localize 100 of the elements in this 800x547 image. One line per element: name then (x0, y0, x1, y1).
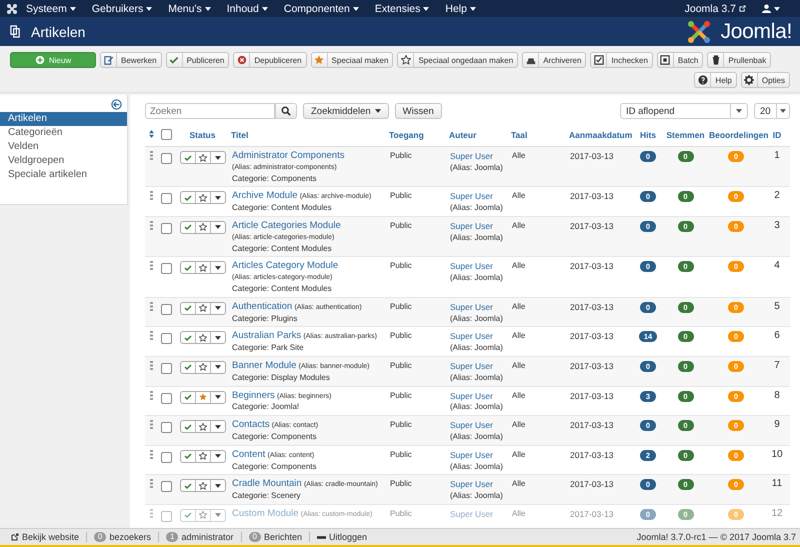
row-checkbox[interactable] (161, 333, 172, 344)
row-checkbox[interactable] (161, 304, 172, 315)
column-header[interactable]: Auteur (449, 130, 476, 140)
search-button[interactable] (275, 103, 297, 119)
author-link[interactable]: Super User (450, 302, 493, 312)
menu-item[interactable]: Help (437, 2, 484, 14)
column-header[interactable]: Status (190, 130, 216, 140)
toolbar-button[interactable]: Archiveren (522, 52, 586, 68)
row-checkbox[interactable] (161, 452, 172, 463)
author-link[interactable]: Super User (450, 191, 493, 202)
author-link[interactable]: Super User (450, 479, 493, 490)
article-title-link[interactable]: Administrator Components (232, 150, 344, 161)
drag-handle-icon[interactable] (150, 191, 153, 200)
article-title-link[interactable]: Australian Parks (232, 330, 302, 342)
row-checkbox[interactable] (161, 222, 172, 234)
sidebar-item[interactable]: Velden (0, 140, 127, 154)
search-tools-button[interactable]: Zoekmiddelen (303, 103, 389, 119)
article-title-link[interactable]: Contacts (232, 419, 270, 430)
article-title-link[interactable]: Banner Module (232, 360, 296, 371)
column-header[interactable]: Aanmaakdatum (569, 130, 632, 140)
toolbar-button[interactable]: Batch (656, 52, 704, 68)
menu-item[interactable]: Menu's (160, 2, 219, 14)
row-checkbox[interactable] (161, 510, 172, 522)
column-header[interactable]: Toegang (389, 130, 424, 140)
drag-handle-icon[interactable] (150, 508, 153, 518)
column-header[interactable]: Stemmen (666, 130, 705, 140)
drag-handle-icon[interactable] (150, 479, 153, 488)
select-all-checkbox[interactable] (161, 129, 172, 140)
row-checkbox[interactable] (161, 153, 172, 164)
sidebar-item[interactable]: Speciale artikelen (0, 168, 127, 182)
drag-handle-icon[interactable] (150, 220, 153, 230)
status-label[interactable]: administrator (181, 532, 234, 542)
author-link[interactable]: Super User (450, 151, 493, 161)
sort-icon[interactable] (149, 130, 154, 138)
joomla-icon[interactable] (6, 2, 18, 14)
article-title-link[interactable]: Article Categories Module (232, 220, 341, 231)
author-link[interactable]: Super User (450, 331, 493, 342)
row-checkbox[interactable] (161, 422, 172, 434)
article-title-link[interactable]: Cradle Mountain (232, 478, 302, 490)
drag-handle-icon[interactable] (150, 360, 153, 370)
column-header[interactable]: Titel (231, 130, 248, 140)
toolbar-button[interactable]: Speciaal maken (310, 52, 394, 68)
view-site-link[interactable]: Bekijk website (22, 532, 80, 542)
site-link[interactable]: Joomla 3.7 (676, 2, 754, 14)
article-title-link[interactable]: Articles Category Module (232, 260, 338, 272)
row-checkbox[interactable] (161, 392, 172, 404)
row-checkbox[interactable] (161, 263, 172, 274)
drag-handle-icon[interactable] (150, 420, 153, 430)
author-link[interactable]: Super User (450, 261, 493, 272)
drag-handle-icon[interactable] (150, 261, 153, 270)
column-header[interactable]: ID (772, 130, 782, 140)
page-title: Artikelen (31, 24, 86, 40)
column-header[interactable]: Hits (640, 130, 656, 140)
date-text: 2017-03-13 (570, 302, 614, 312)
column-header[interactable]: Beoordelingen (709, 130, 769, 140)
minus-icon (316, 536, 326, 538)
row-checkbox[interactable] (161, 362, 172, 374)
author-link[interactable]: Super User (450, 450, 493, 460)
toolbar-button[interactable]: Publiceren (166, 52, 230, 68)
drag-handle-icon[interactable] (150, 450, 153, 459)
sidebar-item[interactable]: Artikelen (0, 112, 127, 126)
author-link[interactable]: Super User (450, 220, 493, 231)
toolbar-button[interactable]: Depubliceren (233, 52, 307, 68)
status-label[interactable]: Berichten (264, 532, 302, 542)
menu-item[interactable]: Componenten (276, 2, 367, 14)
toolbar-button[interactable]: Inchecken (590, 52, 653, 68)
menu-item[interactable]: Systeem (18, 2, 84, 14)
menu-item[interactable]: Extensies (366, 2, 438, 14)
toolbar-button[interactable]: Bewerken (100, 52, 162, 68)
author-link[interactable]: Super User (450, 390, 493, 401)
column-header[interactable]: Taal (511, 130, 528, 140)
status-label[interactable]: bezoekers (109, 532, 152, 542)
toolbar-button[interactable]: Nieuw (10, 52, 96, 68)
drag-handle-icon[interactable] (150, 151, 153, 160)
author-link[interactable]: Super User (450, 420, 493, 430)
drag-handle-icon[interactable] (150, 331, 153, 340)
search-field[interactable]: Zoeken (145, 103, 275, 119)
drag-handle-icon[interactable] (150, 390, 153, 400)
limit-select[interactable]: 20 (754, 103, 790, 119)
clear-button[interactable]: Wissen (394, 103, 442, 119)
toolbar-button[interactable]: Opties (740, 72, 790, 88)
row-checkbox[interactable] (161, 481, 172, 492)
menu-item[interactable]: Inhoud (218, 2, 276, 14)
menu-item[interactable]: Gebruikers (84, 2, 160, 14)
article-title-link[interactable]: Beginners (232, 390, 275, 401)
sidebar-item[interactable]: Veldgroepen (0, 154, 127, 168)
logout-link[interactable]: Uitloggen (328, 532, 368, 542)
ordering-select[interactable]: ID aflopend (620, 103, 748, 119)
row-checkbox[interactable] (161, 193, 172, 204)
article-title-link[interactable]: Archive Module (232, 190, 298, 202)
star-outline-icon (198, 422, 206, 431)
article-title-link[interactable]: Content (232, 448, 266, 460)
sidebar-item[interactable]: Categorieën (0, 126, 127, 140)
toolbar-button[interactable]: Speciaal ongedaan maken (397, 52, 518, 68)
article-title-link[interactable]: Authentication (232, 300, 292, 312)
collapse-icon[interactable] (111, 99, 122, 110)
author-link[interactable]: Super User (450, 360, 493, 371)
drag-handle-icon[interactable] (150, 302, 153, 311)
toolbar-button[interactable]: Prullenbak (707, 52, 772, 68)
toolbar-button[interactable]: Help (694, 72, 737, 88)
